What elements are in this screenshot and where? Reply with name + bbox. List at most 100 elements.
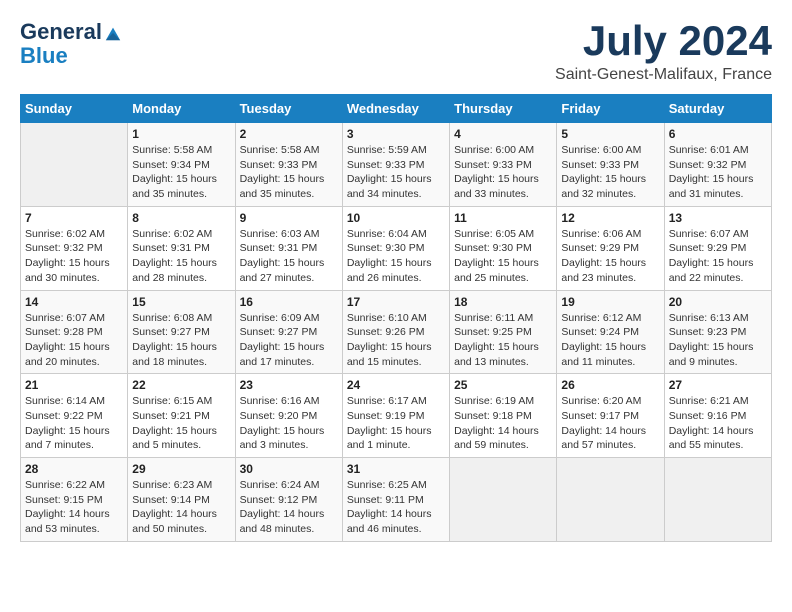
header-sunday: Sunday [21,95,128,123]
header-row: Sunday Monday Tuesday Wednesday Thursday… [21,95,772,123]
calendar-week-5: 28 Sunrise: 6:22 AMSunset: 9:15 PMDayligh… [21,458,772,542]
day-info: Sunrise: 6:19 AMSunset: 9:18 PMDaylight:… [454,394,552,453]
day-number: 6 [669,127,767,141]
logo-icon [104,24,122,42]
calendar-cell: 14 Sunrise: 6:07 AMSunset: 9:28 PMDayligh… [21,290,128,374]
calendar-cell: 11 Sunrise: 6:05 AMSunset: 9:30 PMDayligh… [450,206,557,290]
day-info: Sunrise: 6:00 AMSunset: 9:33 PMDaylight:… [561,143,659,202]
calendar-week-3: 14 Sunrise: 6:07 AMSunset: 9:28 PMDayligh… [21,290,772,374]
day-info: Sunrise: 6:00 AMSunset: 9:33 PMDaylight:… [454,143,552,202]
day-number: 24 [347,378,445,392]
header-friday: Friday [557,95,664,123]
calendar-cell: 26 Sunrise: 6:20 AMSunset: 9:17 PMDayligh… [557,374,664,458]
day-info: Sunrise: 5:58 AMSunset: 9:33 PMDaylight:… [240,143,338,202]
day-info: Sunrise: 6:05 AMSunset: 9:30 PMDaylight:… [454,227,552,286]
calendar-cell: 16Sunrise: 6:09 AMSunset: 9:27 PMDayligh… [235,290,342,374]
day-number: 25 [454,378,552,392]
day-info: Sunrise: 6:13 AMSunset: 9:23 PMDaylight:… [669,311,767,370]
calendar-table: Sunday Monday Tuesday Wednesday Thursday… [20,94,772,542]
day-number: 3 [347,127,445,141]
day-number: 8 [132,211,230,225]
day-info: Sunrise: 6:03 AMSunset: 9:31 PMDaylight:… [240,227,338,286]
day-info: Sunrise: 5:59 AMSunset: 9:33 PMDaylight:… [347,143,445,202]
calendar-cell: 24 Sunrise: 6:17 AMSunset: 9:19 PMDayligh… [342,374,449,458]
day-info: Sunrise: 6:12 AMSunset: 9:24 PMDaylight:… [561,311,659,370]
calendar-cell: 1Sunrise: 5:58 AMSunset: 9:34 PMDaylight… [128,123,235,207]
header-thursday: Thursday [450,95,557,123]
day-info: Sunrise: 6:15 AMSunset: 9:21 PMDaylight:… [132,394,230,453]
calendar-cell [21,123,128,207]
day-number: 17 [347,295,445,309]
calendar-cell: 23Sunrise: 6:16 AMSunset: 9:20 PMDayligh… [235,374,342,458]
calendar-cell: 2Sunrise: 5:58 AMSunset: 9:33 PMDaylight… [235,123,342,207]
day-info: Sunrise: 6:11 AMSunset: 9:25 PMDaylight:… [454,311,552,370]
day-number: 9 [240,211,338,225]
calendar-cell [664,458,771,542]
day-info: Sunrise: 6:22 AMSunset: 9:15 PMDaylight:… [25,478,123,537]
calendar-cell: 10 Sunrise: 6:04 AMSunset: 9:30 PMDayligh… [342,206,449,290]
day-number: 18 [454,295,552,309]
calendar-cell: 12 Sunrise: 6:06 AMSunset: 9:29 PMDayligh… [557,206,664,290]
calendar-cell: 21Sunrise: 6:14 AMSunset: 9:22 PMDayligh… [21,374,128,458]
logo-blue: Blue [20,44,122,68]
calendar-cell: 15Sunrise: 6:08 AMSunset: 9:27 PMDayligh… [128,290,235,374]
header-saturday: Saturday [664,95,771,123]
logo: General Blue [20,20,122,68]
day-number: 11 [454,211,552,225]
calendar-week-4: 21Sunrise: 6:14 AMSunset: 9:22 PMDayligh… [21,374,772,458]
header-monday: Monday [128,95,235,123]
day-info: Sunrise: 6:01 AMSunset: 9:32 PMDaylight:… [669,143,767,202]
day-info: Sunrise: 6:02 AMSunset: 9:31 PMDaylight:… [132,227,230,286]
month-title: July 2024 [555,20,772,62]
calendar-cell: 17 Sunrise: 6:10 AMSunset: 9:26 PMDayligh… [342,290,449,374]
day-number: 21 [25,378,123,392]
calendar-cell: 28 Sunrise: 6:22 AMSunset: 9:15 PMDayligh… [21,458,128,542]
calendar-body: 1Sunrise: 5:58 AMSunset: 9:34 PMDaylight… [21,123,772,542]
day-info: Sunrise: 6:21 AMSunset: 9:16 PMDaylight:… [669,394,767,453]
day-number: 4 [454,127,552,141]
day-info: Sunrise: 6:17 AMSunset: 9:19 PMDaylight:… [347,394,445,453]
day-number: 20 [669,295,767,309]
calendar-header: Sunday Monday Tuesday Wednesday Thursday… [21,95,772,123]
page-header: General Blue July 2024 Saint-Genest-Mali… [20,20,772,84]
day-number: 22 [132,378,230,392]
day-number: 30 [240,462,338,476]
day-number: 26 [561,378,659,392]
calendar-cell: 30Sunrise: 6:24 AMSunset: 9:12 PMDayligh… [235,458,342,542]
day-info: Sunrise: 6:07 AMSunset: 9:29 PMDaylight:… [669,227,767,286]
calendar-week-1: 1Sunrise: 5:58 AMSunset: 9:34 PMDaylight… [21,123,772,207]
calendar-cell: 3 Sunrise: 5:59 AMSunset: 9:33 PMDaylight… [342,123,449,207]
title-area: July 2024 Saint-Genest-Malifaux, France [555,20,772,84]
day-info: Sunrise: 6:10 AMSunset: 9:26 PMDaylight:… [347,311,445,370]
day-info: Sunrise: 6:02 AMSunset: 9:32 PMDaylight:… [25,227,123,286]
calendar-cell: 31 Sunrise: 6:25 AMSunset: 9:11 PMDayligh… [342,458,449,542]
day-number: 1 [132,127,230,141]
calendar-cell: 4 Sunrise: 6:00 AMSunset: 9:33 PMDaylight… [450,123,557,207]
day-number: 27 [669,378,767,392]
logo-general: General [20,20,102,44]
day-number: 13 [669,211,767,225]
day-number: 29 [132,462,230,476]
day-info: Sunrise: 6:07 AMSunset: 9:28 PMDaylight:… [25,311,123,370]
calendar-cell: 8 Sunrise: 6:02 AMSunset: 9:31 PMDaylight… [128,206,235,290]
day-info: Sunrise: 6:09 AMSunset: 9:27 PMDaylight:… [240,311,338,370]
calendar-cell: 29Sunrise: 6:23 AMSunset: 9:14 PMDayligh… [128,458,235,542]
calendar-cell: 25 Sunrise: 6:19 AMSunset: 9:18 PMDayligh… [450,374,557,458]
day-info: Sunrise: 6:06 AMSunset: 9:29 PMDaylight:… [561,227,659,286]
day-number: 19 [561,295,659,309]
day-number: 28 [25,462,123,476]
day-number: 14 [25,295,123,309]
day-number: 31 [347,462,445,476]
header-tuesday: Tuesday [235,95,342,123]
day-info: Sunrise: 6:25 AMSunset: 9:11 PMDaylight:… [347,478,445,537]
day-number: 7 [25,211,123,225]
day-number: 12 [561,211,659,225]
calendar-cell: 27 Sunrise: 6:21 AMSunset: 9:16 PMDayligh… [664,374,771,458]
day-number: 10 [347,211,445,225]
day-number: 5 [561,127,659,141]
day-info: Sunrise: 6:04 AMSunset: 9:30 PMDaylight:… [347,227,445,286]
calendar-cell [557,458,664,542]
location-subtitle: Saint-Genest-Malifaux, France [555,66,772,84]
day-number: 23 [240,378,338,392]
day-info: Sunrise: 6:20 AMSunset: 9:17 PMDaylight:… [561,394,659,453]
